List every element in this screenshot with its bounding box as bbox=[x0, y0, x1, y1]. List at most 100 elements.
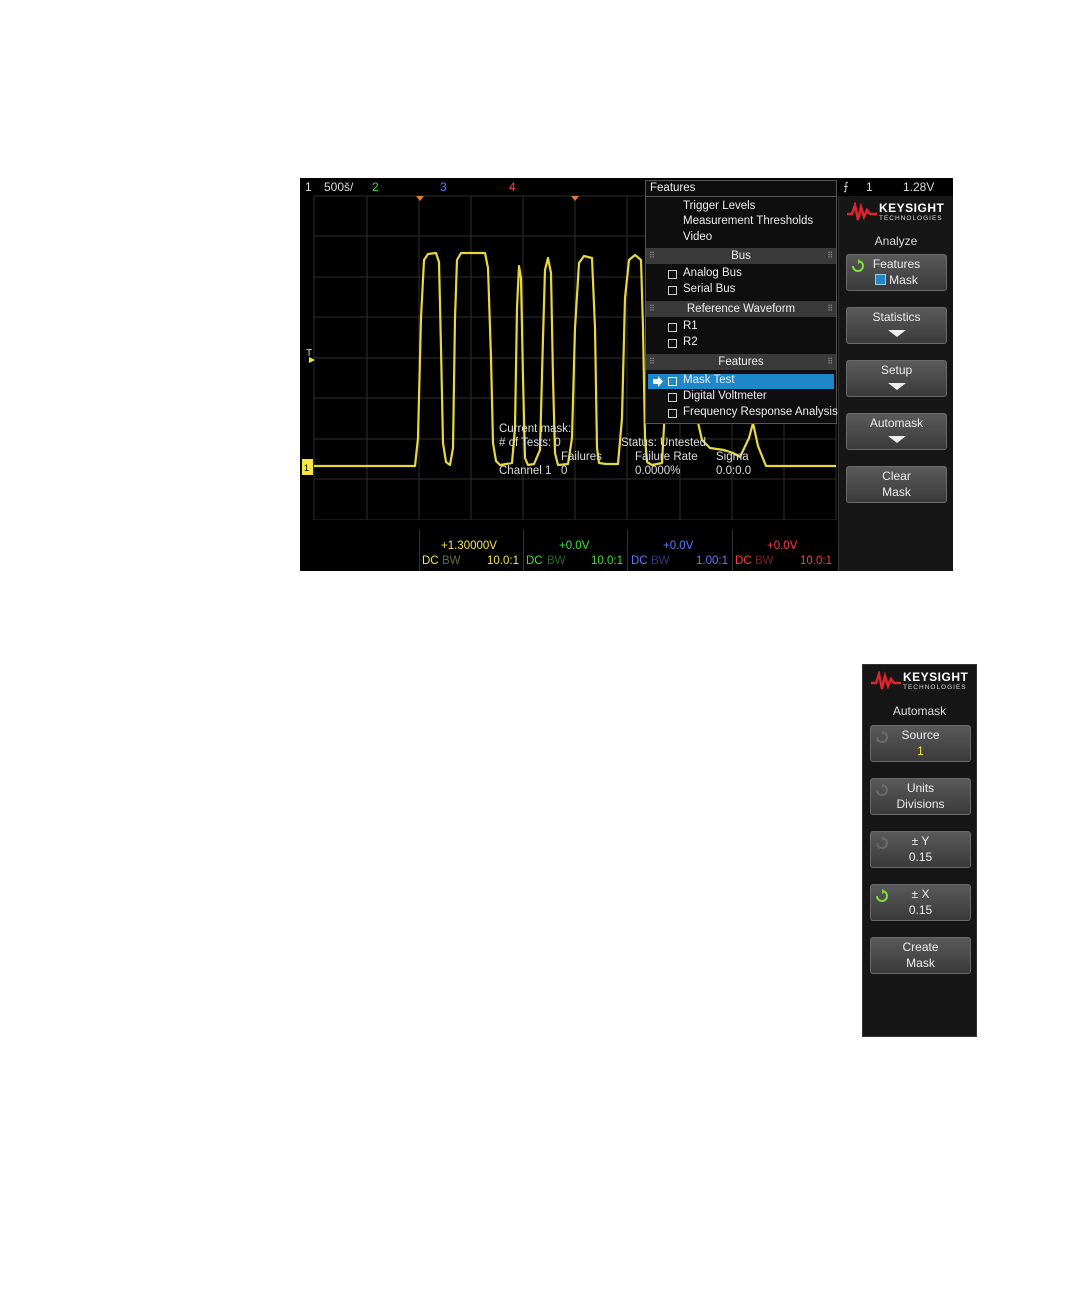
features-header-label: Features bbox=[718, 356, 764, 368]
source-softkey[interactable]: Source 1 bbox=[870, 725, 971, 762]
statistics-softkey-label: Statistics bbox=[872, 310, 921, 324]
logo-brand: KEYSIGHT bbox=[903, 670, 969, 684]
automask-softkey[interactable]: Automask bbox=[846, 413, 947, 450]
menu-item-analog-bus[interactable]: Analog Bus bbox=[683, 267, 742, 279]
menu-item-frequency-response-analysis[interactable]: Frequency Response Analysis bbox=[683, 406, 838, 418]
ch1-coupling: DC bbox=[422, 555, 439, 567]
bus-header-label: Bus bbox=[731, 250, 751, 262]
menu-item-measurement-thresholds[interactable]: Measurement Thresholds bbox=[683, 215, 813, 227]
ch4-offset: +0.0V bbox=[767, 540, 798, 552]
trigger-position-marker bbox=[416, 196, 424, 201]
ch2-coupling: DC bbox=[526, 555, 543, 567]
ch1-ground-label: 1 bbox=[304, 463, 309, 473]
mask-checkbox-icon bbox=[875, 274, 887, 285]
features-section-header: ⠿ Features ⠿ bbox=[646, 354, 836, 370]
failure-rate-header: Failure Rate bbox=[635, 451, 698, 463]
failure-rate-value: 0.0000% bbox=[635, 465, 681, 477]
menu-item-trigger-levels[interactable]: Trigger Levels bbox=[683, 200, 755, 212]
tests-count: # of Tests: 0 bbox=[499, 437, 561, 449]
menu-item-digital-voltmeter[interactable]: Digital Voltmeter bbox=[683, 390, 767, 402]
features-softkey-value-text: Mask bbox=[889, 273, 918, 287]
ch3-probe: 1.00:1 bbox=[696, 555, 728, 567]
panel-title: Analyze bbox=[874, 234, 918, 248]
units-softkey[interactable]: Units Divisions bbox=[870, 778, 971, 815]
grip-icon: ⠿ bbox=[827, 304, 833, 313]
trigger-slope-icon: ⨍ bbox=[843, 181, 849, 193]
analog-bus-checkbox[interactable] bbox=[668, 270, 677, 279]
x-tolerance-value: 0.15 bbox=[908, 903, 933, 917]
mask-status: Status: Untested bbox=[621, 437, 707, 449]
grip-icon: ⠿ bbox=[649, 357, 655, 366]
features-menu-title: Features bbox=[650, 182, 696, 194]
oscilloscope-screen: 1 500š/ 2 3 4 ⨍ 1 1.28V T 1 Current mask… bbox=[300, 178, 953, 571]
clear-mask-softkey[interactable]: Clear Mask bbox=[846, 466, 947, 503]
menu-item-video[interactable]: Video bbox=[683, 231, 712, 243]
logo-brand: KEYSIGHT bbox=[879, 201, 945, 215]
ch2-probe: 10.0:1 bbox=[591, 555, 623, 567]
keysight-wave-icon bbox=[847, 202, 877, 221]
setup-softkey[interactable]: Setup bbox=[846, 360, 947, 397]
frequency-response-checkbox[interactable] bbox=[668, 409, 677, 418]
failures-value: 0 bbox=[561, 465, 568, 477]
ch2-offset: +0.0V bbox=[559, 540, 590, 552]
menu-item-r1[interactable]: R1 bbox=[683, 320, 698, 332]
bus-section-header: ⠿ Bus ⠿ bbox=[646, 248, 836, 264]
reference-header-label: Reference Waveform bbox=[686, 303, 796, 315]
submenu-arrow-icon bbox=[847, 326, 946, 341]
source-softkey-value: 1 bbox=[917, 744, 924, 758]
ch1-bw: BW bbox=[442, 555, 461, 567]
channel-readout-bar: +1.30000V DC BW 10.0:1 +0.0V DC BW 10.0:… bbox=[300, 520, 838, 571]
features-softkey[interactable]: Features Mask bbox=[846, 254, 947, 291]
statistics-softkey[interactable]: Statistics bbox=[846, 307, 947, 344]
units-softkey-value: Divisions bbox=[896, 797, 945, 811]
channel-row-label: Channel 1 bbox=[499, 465, 552, 477]
mask-test-checkbox[interactable] bbox=[668, 377, 677, 386]
keysight-logo: KEYSIGHT TECHNOLOGIES bbox=[847, 200, 951, 224]
features-softkey-label: Features bbox=[872, 257, 921, 271]
clear-mask-softkey-line1: Clear bbox=[882, 469, 911, 483]
grip-icon: ⠿ bbox=[827, 251, 833, 260]
ch1-probe: 10.0:1 bbox=[487, 555, 519, 567]
create-mask-line1: Create bbox=[902, 940, 939, 954]
ch4-bw: BW bbox=[755, 555, 774, 567]
ch3-bw: BW bbox=[651, 555, 670, 567]
grip-icon: ⠿ bbox=[649, 304, 655, 313]
digital-voltmeter-checkbox[interactable] bbox=[668, 393, 677, 402]
ch2-bw: BW bbox=[547, 555, 566, 567]
features-softkey-value: Mask bbox=[847, 273, 946, 288]
source-softkey-label: Source bbox=[901, 728, 940, 742]
pointer-arrow-icon bbox=[653, 376, 663, 387]
r2-checkbox[interactable] bbox=[668, 339, 677, 348]
setup-softkey-label: Setup bbox=[880, 363, 913, 377]
serial-bus-checkbox[interactable] bbox=[668, 286, 677, 295]
x-tolerance-softkey[interactable]: ± X 0.15 bbox=[870, 884, 971, 921]
create-mask-line2: Mask bbox=[906, 956, 935, 970]
y-tolerance-softkey[interactable]: ± Y 0.15 bbox=[870, 831, 971, 868]
y-tolerance-label: ± Y bbox=[911, 834, 930, 848]
features-menu[interactable]: Features Trigger Levels Measurement Thre… bbox=[645, 180, 838, 424]
ch4-coupling: DC bbox=[735, 555, 752, 567]
logo-sub: TECHNOLOGIES bbox=[879, 215, 943, 222]
ch4-probe: 10.0:1 bbox=[800, 555, 832, 567]
sigma-header: Sigma bbox=[716, 451, 749, 463]
r1-checkbox[interactable] bbox=[668, 323, 677, 332]
x-tolerance-label: ± X bbox=[911, 887, 930, 901]
time-reference-marker bbox=[571, 196, 579, 201]
submenu-arrow-icon bbox=[847, 432, 946, 447]
trigger-level: 1.28V bbox=[903, 180, 935, 194]
failures-header: Failures bbox=[561, 451, 602, 463]
reference-waveform-header: ⠿ Reference Waveform ⠿ bbox=[646, 301, 836, 317]
grip-icon: ⠿ bbox=[649, 251, 655, 260]
menu-item-r2[interactable]: R2 bbox=[683, 336, 698, 348]
create-mask-softkey[interactable]: Create Mask bbox=[870, 937, 971, 974]
grip-icon: ⠿ bbox=[827, 357, 833, 366]
ch3-coupling: DC bbox=[631, 555, 648, 567]
automask-softkey-label: Automask bbox=[869, 416, 924, 430]
keysight-wave-icon bbox=[871, 671, 901, 690]
automask-softkey-panel: KEYSIGHT TECHNOLOGIES Automask Source 1 … bbox=[862, 664, 977, 1037]
menu-item-mask-test[interactable]: Mask Test bbox=[683, 374, 735, 386]
logo-sub: TECHNOLOGIES bbox=[903, 684, 967, 691]
analyze-softkey-panel: KEYSIGHT TECHNOLOGIES Analyze Features M… bbox=[838, 196, 953, 571]
trigger-source: 1 bbox=[866, 180, 873, 194]
menu-item-serial-bus[interactable]: Serial Bus bbox=[683, 283, 735, 295]
